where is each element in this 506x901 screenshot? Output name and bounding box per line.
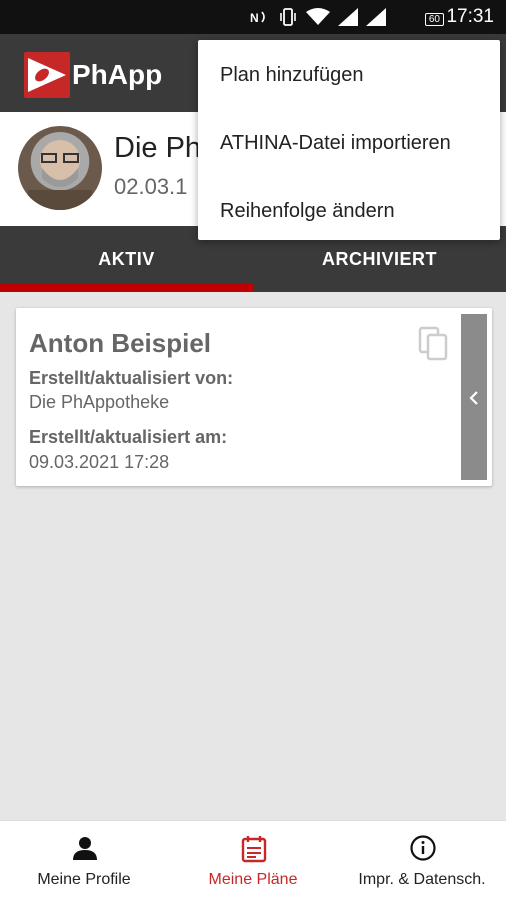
created-at-value: 09.03.2021 17:28 — [29, 452, 170, 472]
copy-icon[interactable] — [418, 326, 450, 362]
overflow-menu: Plan hinzufügen ATHINA-Datei importieren… — [198, 40, 500, 240]
battery-percent: 60 — [424, 13, 444, 26]
menu-item-reihenfolge[interactable]: Reihenfolge ändern — [220, 200, 395, 223]
plan-card[interactable]: Anton Beispiel Erstellt/aktualisiert von… — [16, 308, 492, 486]
expand-handle[interactable] — [461, 314, 487, 480]
pill-logo-icon — [24, 52, 70, 98]
profile-date: 02.03.1 — [114, 174, 188, 199]
chevron-left-icon — [468, 386, 480, 408]
bottom-navigation: Meine Profile Meine Pläne Impr. & Datens… — [0, 820, 506, 901]
app-name: PhApp — [72, 59, 163, 90]
avatar — [18, 126, 102, 210]
nfc-icon: N — [250, 9, 270, 30]
created-by-label: Erstellt/aktualisiert von: — [29, 368, 234, 388]
status-icons: N — [250, 8, 386, 31]
calendar-list-icon — [241, 835, 267, 863]
signal-icon — [366, 8, 386, 31]
clock: 17:31 — [446, 6, 494, 27]
nav-meine-profile[interactable]: Meine Profile — [0, 821, 168, 901]
info-icon — [410, 835, 436, 861]
app-logo: PhApp — [24, 52, 162, 98]
nav-meine-plaene[interactable]: Meine Pläne — [169, 821, 337, 901]
signal-icon — [338, 8, 358, 31]
profile-name: Die Ph — [114, 132, 202, 164]
status-bar: N 60 17:31 — [0, 0, 506, 34]
plan-name: Anton Beispiel — [29, 328, 212, 358]
wifi-icon — [306, 8, 330, 31]
nav-label: Meine Pläne — [208, 871, 298, 888]
nav-label: Meine Profile — [37, 871, 131, 888]
vibrate-icon — [278, 8, 298, 31]
menu-item-athina-import[interactable]: ATHINA-Datei importieren — [220, 132, 451, 155]
person-icon — [72, 835, 98, 861]
battery-icon: 60 — [424, 9, 444, 27]
nav-label: Impr. & Datensch. — [358, 871, 486, 888]
created-by-value: Die PhAppotheke — [29, 392, 170, 412]
menu-item-plan-hinzufuegen[interactable]: Plan hinzufügen — [220, 64, 363, 87]
nav-impressum[interactable]: Impr. & Datensch. — [338, 821, 506, 901]
created-at-label: Erstellt/aktualisiert am: — [29, 427, 228, 447]
svg-text:N: N — [250, 11, 259, 25]
